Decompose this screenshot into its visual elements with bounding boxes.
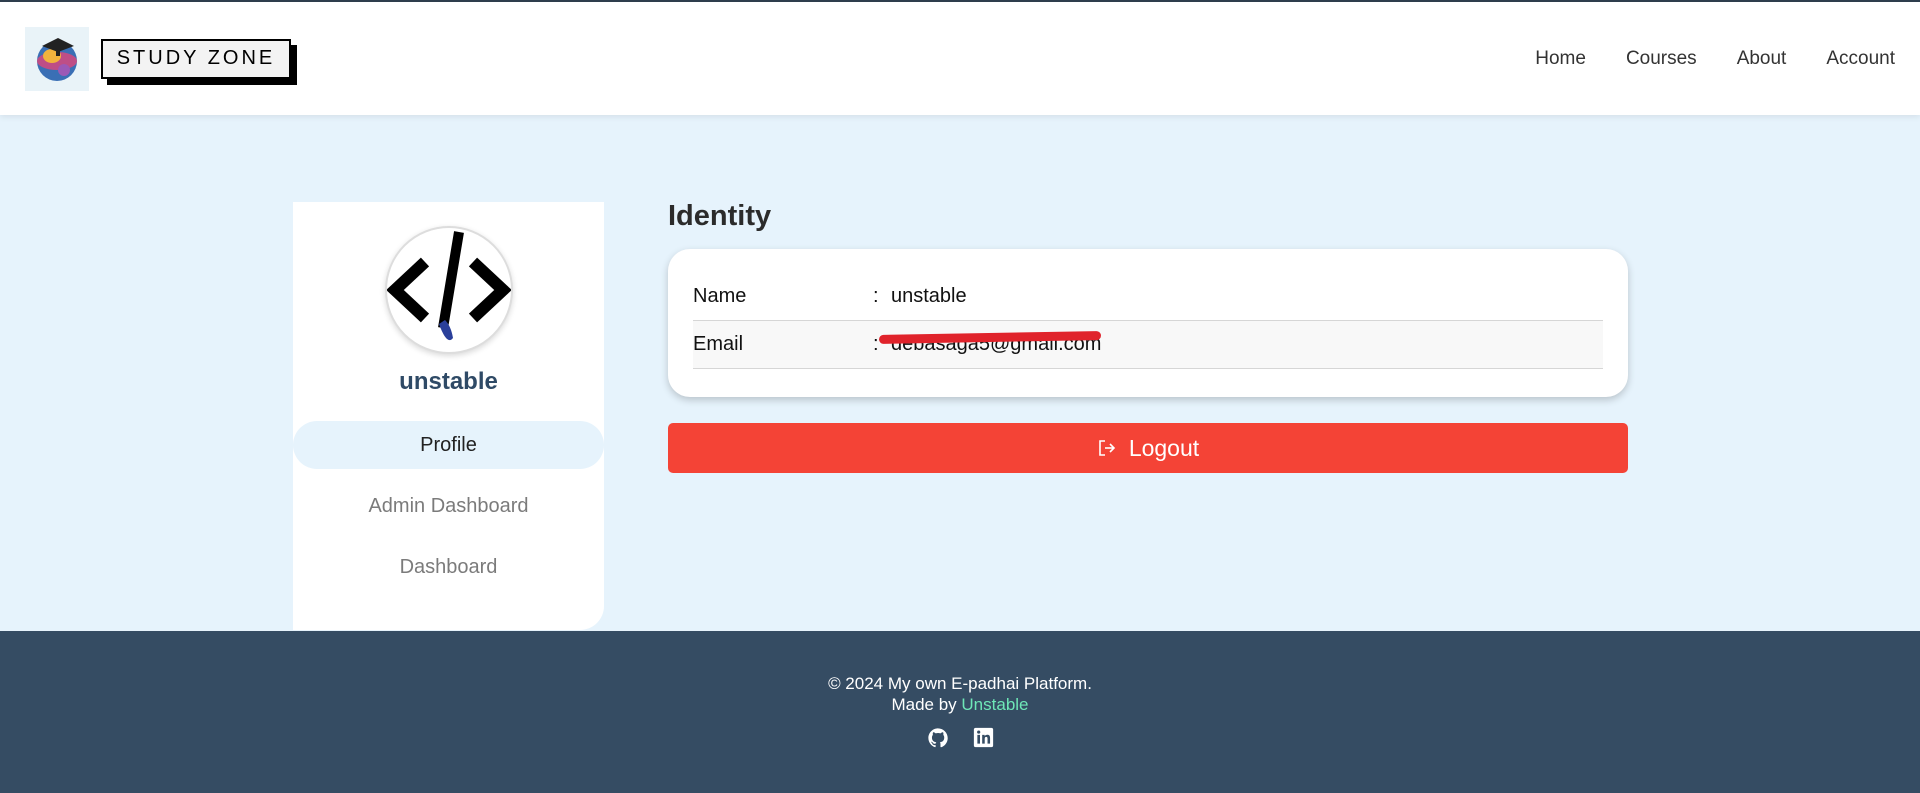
avatar — [384, 226, 513, 354]
logout-icon — [1097, 438, 1117, 458]
identity-card: Name : unstable Email : debasaga5@gmail.… — [668, 249, 1628, 397]
info-row-name: Name : unstable — [693, 273, 1603, 321]
nav-about[interactable]: About — [1737, 48, 1787, 70]
email-label: Email — [693, 333, 744, 355]
sidebar-item-admin-dashboard[interactable]: Admin Dashboard — [293, 482, 604, 530]
social-links — [915, 727, 1006, 749]
code-logo-icon — [386, 231, 511, 341]
copyright-text: © 2024 My own E-padhai Platform. — [828, 674, 1092, 693]
header-bar: STUDY ZONE Home Courses About Account — [0, 2, 1920, 115]
info-row-email: Email : debasaga5@gmail.com — [693, 321, 1603, 369]
author-link[interactable]: Unstable — [961, 695, 1028, 714]
main-nav: Home Courses About Account — [1495, 48, 1895, 70]
made-by-prefix: Made by — [891, 695, 962, 714]
nav-home[interactable]: Home — [1535, 48, 1586, 70]
sidebar-item-profile[interactable]: Profile — [293, 421, 604, 469]
nav-courses[interactable]: Courses — [1626, 48, 1697, 70]
made-by-text: Made by Unstable — [891, 695, 1028, 715]
logout-label: Logout — [1128, 434, 1200, 461]
profile-username: unstable — [399, 368, 498, 395]
nav-account[interactable]: Account — [1826, 48, 1895, 70]
separator: : — [873, 285, 879, 307]
email-value-wrap: debasaga5@gmail.com — [878, 331, 1101, 356]
github-icon[interactable] — [927, 727, 949, 749]
sidebar-item-dashboard[interactable]: Dashboard — [293, 543, 604, 591]
logout-button[interactable]: Logout — [668, 423, 1628, 473]
footer: © 2024 My own E-padhai Platform. Made by… — [0, 631, 1920, 793]
name-label: Name — [693, 285, 747, 307]
name-value: unstable — [891, 285, 967, 307]
brand-title[interactable]: STUDY ZONE — [101, 38, 297, 85]
brand[interactable]: STUDY ZONE — [25, 26, 297, 91]
identity-title: Identity — [668, 200, 772, 232]
logo-icon[interactable] — [25, 26, 89, 91]
linkedin-icon[interactable] — [973, 727, 994, 749]
brand-label: STUDY ZONE — [101, 38, 291, 79]
profile-sidebar: unstable Profile Admin Dashboard Dashboa… — [293, 202, 604, 630]
